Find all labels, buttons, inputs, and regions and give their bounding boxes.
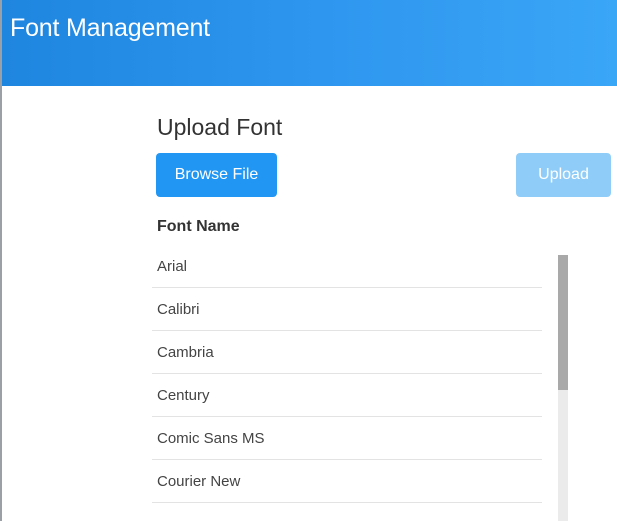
browse-file-button[interactable]: Browse File xyxy=(156,153,277,197)
list-item[interactable]: Comic Sans MS xyxy=(152,417,542,460)
upload-button[interactable]: Upload xyxy=(516,153,611,197)
font-list: Arial Calibri Cambria Century Comic Sans… xyxy=(152,245,572,521)
list-item[interactable]: Century xyxy=(152,374,542,417)
scrollbar-thumb[interactable] xyxy=(558,255,568,390)
title-bar: Font Management xyxy=(2,0,617,86)
font-list-items: Arial Calibri Cambria Century Comic Sans… xyxy=(152,245,542,503)
list-item[interactable]: Courier New xyxy=(152,460,542,503)
font-name-column-header: Font Name xyxy=(157,218,240,235)
list-item[interactable]: Arial xyxy=(152,245,542,288)
list-scrollbar[interactable] xyxy=(558,255,568,521)
page-title: Font Management xyxy=(10,14,210,42)
list-item[interactable]: Cambria xyxy=(152,331,542,374)
list-item[interactable]: Calibri xyxy=(152,288,542,331)
font-management-window: Font Management Upload Font Browse File … xyxy=(0,0,617,521)
upload-font-heading: Upload Font xyxy=(157,114,283,140)
